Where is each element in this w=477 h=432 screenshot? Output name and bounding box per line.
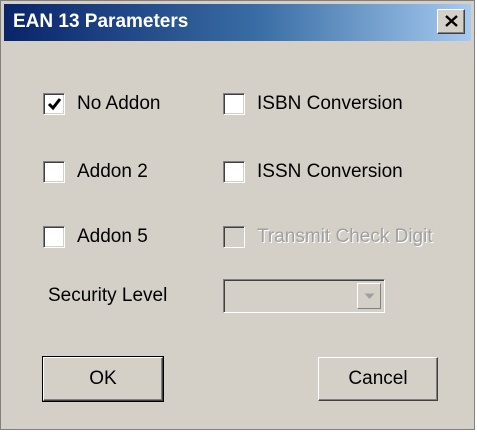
- isbn-conversion-box[interactable]: [223, 93, 245, 115]
- transmit-check-digit-checkbox: Transmit Check Digit: [223, 223, 433, 251]
- addon-5-box[interactable]: [43, 226, 65, 248]
- transmit-check-digit-label: Transmit Check Digit: [257, 226, 433, 247]
- addon-2-box[interactable]: [43, 161, 65, 183]
- window-title: EAN 13 Parameters: [13, 11, 189, 32]
- cancel-button-label: Cancel: [348, 368, 408, 389]
- ok-button[interactable]: OK: [42, 356, 164, 402]
- chevron-down-icon: [364, 293, 375, 299]
- ean13-parameters-dialog: EAN 13 Parameters No Addon ISBN Conversi…: [0, 0, 475, 430]
- cancel-button[interactable]: Cancel: [318, 357, 438, 401]
- security-level-label: Security Level: [48, 285, 168, 306]
- no-addon-box[interactable]: [43, 93, 65, 115]
- close-button[interactable]: [437, 9, 465, 34]
- issn-conversion-checkbox[interactable]: ISSN Conversion: [223, 158, 403, 186]
- no-addon-checkbox[interactable]: No Addon: [43, 90, 160, 118]
- check-icon: [47, 98, 62, 111]
- addon-5-checkbox[interactable]: Addon 5: [43, 223, 148, 251]
- addon-2-label: Addon 2: [77, 161, 148, 182]
- isbn-conversion-label: ISBN Conversion: [257, 93, 403, 114]
- addon-2-checkbox[interactable]: Addon 2: [43, 158, 148, 186]
- isbn-conversion-checkbox[interactable]: ISBN Conversion: [223, 90, 403, 118]
- security-level-dropdown: [223, 279, 385, 313]
- no-addon-label: No Addon: [77, 93, 161, 114]
- addon-5-label: Addon 5: [77, 226, 148, 247]
- ok-button-label: OK: [89, 368, 117, 389]
- transmit-check-digit-box: [223, 226, 245, 248]
- title-bar[interactable]: EAN 13 Parameters: [4, 4, 471, 41]
- issn-conversion-label: ISSN Conversion: [257, 161, 403, 182]
- issn-conversion-box[interactable]: [223, 161, 245, 183]
- security-level-dropdown-button: [357, 283, 381, 309]
- close-icon: [445, 15, 458, 27]
